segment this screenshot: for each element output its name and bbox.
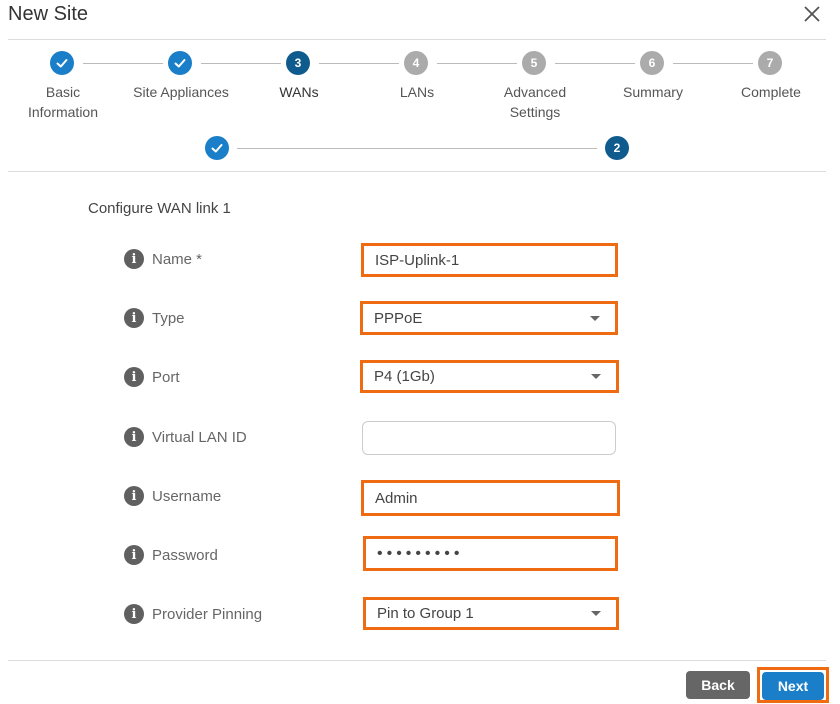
next-button-highlight: Next — [757, 667, 829, 703]
provider-pinning-label: i Provider Pinning — [124, 604, 262, 624]
header-divider — [8, 39, 826, 40]
vlan-id-input[interactable] — [362, 421, 616, 455]
info-icon[interactable]: i — [124, 308, 144, 328]
step-2-circle[interactable] — [168, 51, 192, 75]
info-icon[interactable]: i — [124, 486, 144, 506]
username-input[interactable]: Admin — [361, 480, 620, 516]
name-input[interactable]: ISP-Uplink-1 — [361, 243, 618, 277]
step-connector — [673, 63, 753, 64]
info-icon[interactable]: i — [124, 604, 144, 624]
step-6-label: Summary — [623, 84, 683, 100]
stepper-divider — [8, 171, 826, 172]
substep-2-circle: 2 — [605, 136, 629, 160]
close-icon — [804, 6, 820, 22]
name-label: i Name * — [124, 249, 202, 269]
info-icon[interactable]: i — [124, 367, 144, 387]
step-1-circle[interactable] — [50, 51, 74, 75]
step-1-label: Basic Information — [27, 84, 99, 120]
type-select[interactable]: PPPoE — [360, 301, 618, 335]
step-7-circle: 7 — [758, 51, 782, 75]
step-3-label: WANs — [279, 84, 319, 100]
substep-1-circle[interactable] — [205, 136, 229, 160]
step-5-label: Advanced Settings — [503, 84, 567, 120]
section-title: Configure WAN link 1 — [88, 200, 231, 217]
password-label: i Password — [124, 545, 218, 565]
close-button[interactable] — [801, 3, 823, 25]
step-connector — [83, 63, 163, 64]
step-4-circle: 4 — [404, 51, 428, 75]
substep-connector — [237, 148, 597, 149]
vlan-id-label: i Virtual LAN ID — [124, 427, 247, 447]
step-6-circle: 6 — [640, 51, 664, 75]
step-2-label: Site Appliances — [133, 84, 229, 100]
type-label: i Type — [124, 308, 185, 328]
step-3-circle: 3 — [286, 51, 310, 75]
port-select[interactable]: P4 (1Gb) — [360, 360, 619, 393]
provider-pinning-select[interactable]: Pin to Group 1 — [363, 597, 619, 630]
step-connector — [555, 63, 635, 64]
back-button[interactable]: Back — [686, 671, 750, 699]
chevron-down-icon — [591, 611, 601, 616]
next-button[interactable]: Next — [762, 672, 824, 700]
check-icon — [56, 59, 68, 68]
step-5-circle: 5 — [522, 51, 546, 75]
chevron-down-icon — [591, 374, 601, 379]
dialog-title: New Site — [8, 3, 89, 25]
step-connector — [201, 63, 281, 64]
info-icon[interactable]: i — [124, 545, 144, 565]
info-icon[interactable]: i — [124, 249, 144, 269]
step-4-label: LANs — [399, 84, 435, 100]
password-input[interactable]: ••••••••• — [363, 536, 618, 571]
port-label: i Port — [124, 367, 180, 387]
chevron-down-icon — [590, 315, 600, 321]
footer-divider — [8, 660, 826, 661]
step-connector — [319, 63, 399, 64]
check-icon — [174, 59, 186, 68]
info-icon[interactable]: i — [124, 427, 144, 447]
step-connector — [437, 63, 517, 64]
step-7-label: Complete — [741, 84, 801, 100]
username-label: i Username — [124, 486, 221, 506]
check-icon — [211, 144, 223, 153]
